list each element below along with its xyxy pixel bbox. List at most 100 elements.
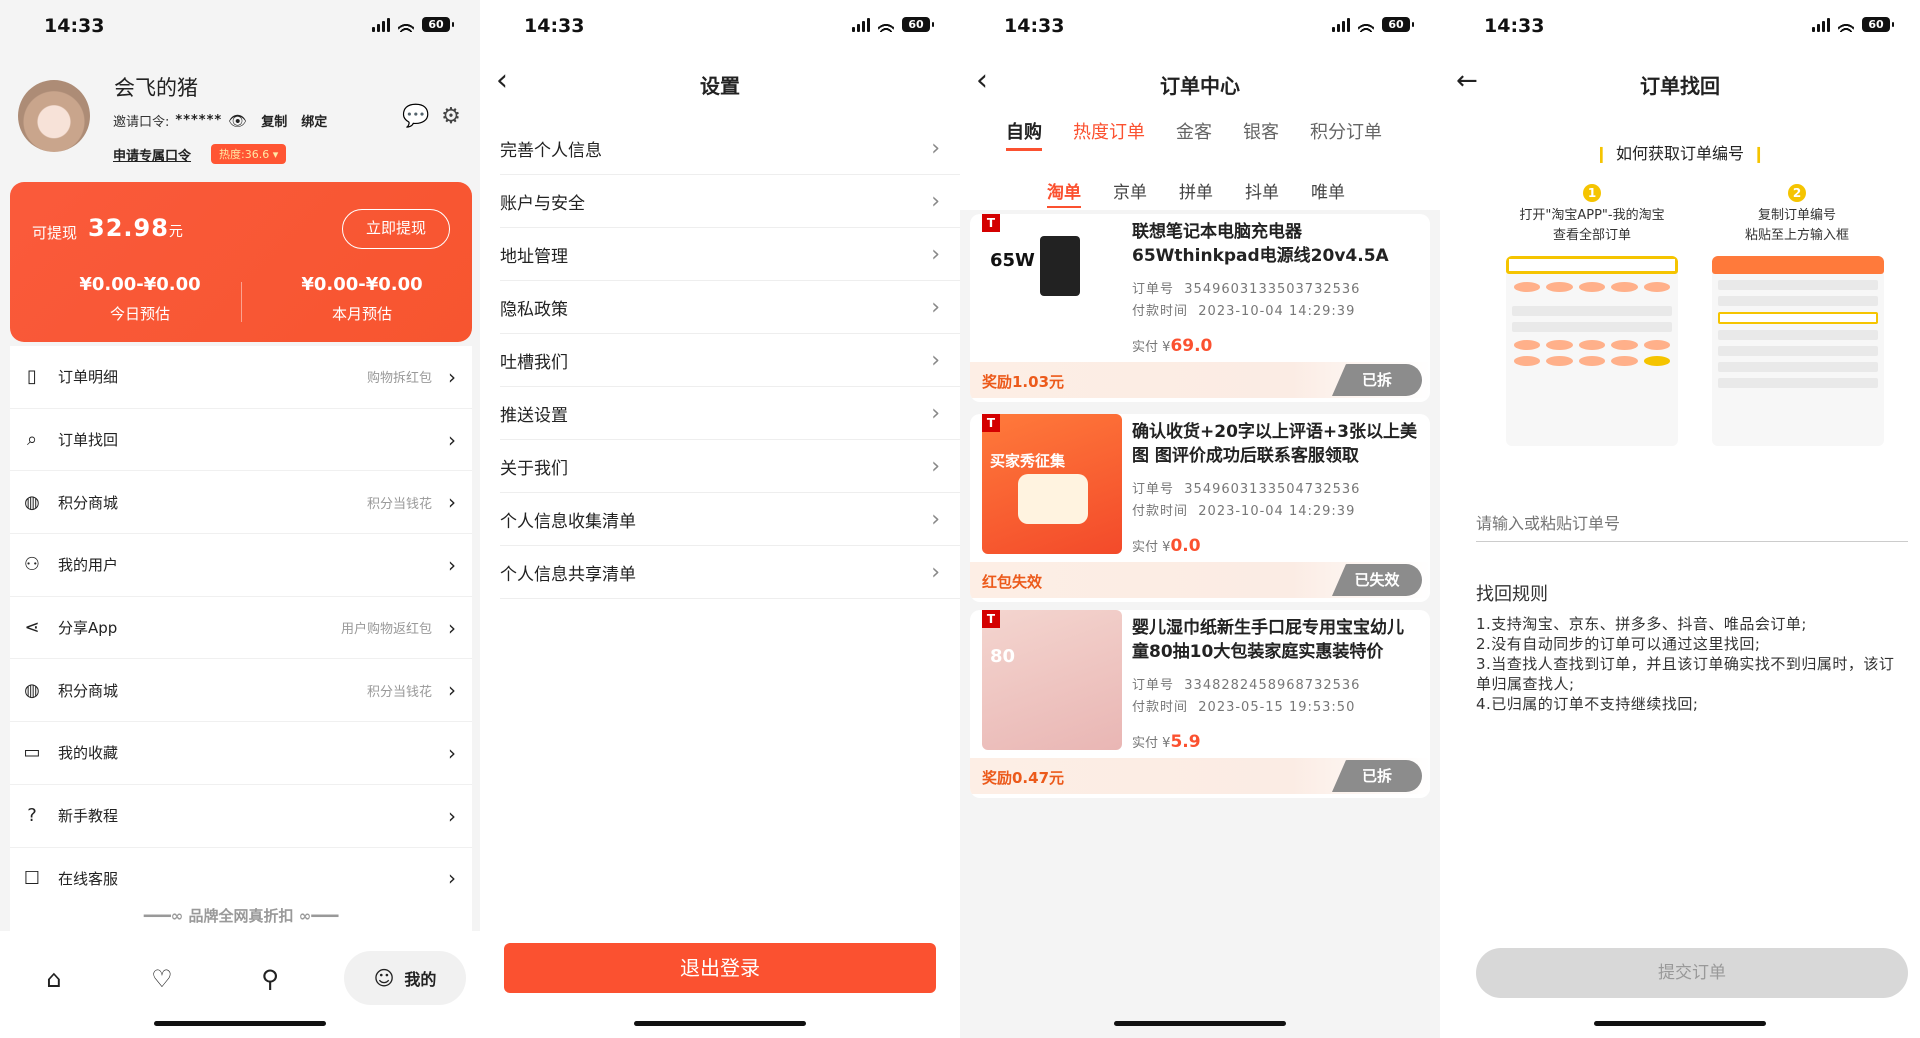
settings-item[interactable]: 吐槽我们 › xyxy=(500,334,960,387)
share-icon: ⋖ xyxy=(24,617,40,639)
tab-platform[interactable]: 抖单 xyxy=(1245,178,1279,208)
settings-item-label: 吐槽我们 xyxy=(500,352,568,373)
wifi-icon xyxy=(1837,18,1855,32)
product-image: 65W xyxy=(982,214,1122,354)
withdrawable-amount: 32.98元 xyxy=(88,214,184,242)
menu-item[interactable]: ⚇ 我的用户 › xyxy=(10,534,472,597)
question-icon: ? xyxy=(27,805,37,827)
step-1: 1 打开"淘宝APP"-我的淘宝 查看全部订单 xyxy=(1492,182,1692,246)
rule-item: 3.当查找人查找到订单，并且该订单确实找不到归属时，该订单归属查找人; xyxy=(1476,655,1895,693)
menu-item[interactable]: ▯ 订单明细 购物拆红包 › xyxy=(10,346,472,409)
settings-item[interactable]: 地址管理 › xyxy=(500,228,960,281)
signal-icon xyxy=(1332,17,1350,32)
gear-icon[interactable]: ⚙ xyxy=(438,104,464,130)
settings-item[interactable]: 个人信息共享清单 › xyxy=(500,546,960,599)
submit-order-button[interactable]: 提交订单 xyxy=(1476,948,1908,998)
reward-text: 红包失效 xyxy=(982,573,1043,591)
order-card[interactable]: 买家秀征集 T 确认收货+20字以上评语+3张以上美图 图评价成功后联系客服领取 订单… xyxy=(970,414,1430,602)
today-estimate-label: 今日预估 xyxy=(109,305,170,323)
menu-item-label: 新手教程 xyxy=(58,807,119,826)
menu-item-hint: 积分当钱花 xyxy=(366,684,432,700)
eye-icon[interactable]: 👁 xyxy=(228,112,247,130)
product-image-text: 买家秀征集 xyxy=(990,452,1066,470)
menu-item-label: 积分商城 xyxy=(58,493,119,512)
tab-platform[interactable]: 拼单 xyxy=(1179,178,1213,208)
reward-text: 奖励0.47元 xyxy=(982,769,1065,787)
tab-order-type[interactable]: 积分订单 xyxy=(1310,118,1382,151)
tab-platform[interactable]: 京单 xyxy=(1113,178,1147,208)
tab-order-type[interactable]: 自购 xyxy=(1006,118,1042,151)
menu-item[interactable]: ? 新手教程 › xyxy=(10,785,472,848)
status-time: 14:33 xyxy=(524,15,585,37)
apply-code-link[interactable]: 申请专属口令 xyxy=(113,145,191,164)
menu-item[interactable]: ◍ 积分商城 积分当钱花 › xyxy=(10,659,472,723)
menu-item[interactable]: ▭ 我的收藏 › xyxy=(10,722,472,785)
today-estimate-value: ¥0.00-¥0.00 xyxy=(79,274,201,295)
tab-order-type[interactable]: 热度订单 xyxy=(1073,118,1145,151)
status-bar: 14:33 60 xyxy=(1440,0,1920,54)
wallet-card: 可提现 32.98元 立即提现 ¥0.00-¥0.00 今日预估 ¥0.00-¥… xyxy=(10,182,472,342)
tab-order-type[interactable]: 金客 xyxy=(1176,118,1212,151)
menu-item-hint: 积分当钱花 xyxy=(366,496,432,512)
order-status-badge: 已拆 xyxy=(1332,760,1422,792)
page-title: 订单中心 xyxy=(1160,74,1240,98)
order-type-tabs: 自购 热度订单 金客 银客 积分订单 xyxy=(1006,118,1382,151)
avatar[interactable] xyxy=(18,80,90,152)
settings-item[interactable]: 推送设置 › xyxy=(500,387,960,440)
menu-item[interactable]: ⋖ 分享App 用户购物返红包 › xyxy=(10,597,472,660)
order-number-input[interactable] xyxy=(1476,500,1908,542)
tab-platform[interactable]: 淘单 xyxy=(1047,178,1081,208)
product-image-text: 80 xyxy=(990,646,1016,667)
settings-item[interactable]: 关于我们 › xyxy=(500,440,960,493)
tab-home-icon[interactable]: ⌂ xyxy=(34,959,74,999)
heat-badge[interactable]: 热度:36.6 ▾ xyxy=(211,144,287,164)
home-indicator xyxy=(1114,1021,1286,1026)
tmall-tag-icon: T xyxy=(982,214,1000,232)
settings-item[interactable]: 个人信息收集清单 › xyxy=(500,493,960,546)
settings-item[interactable]: 账户与安全 › xyxy=(500,175,960,228)
rule-item: 1.支持淘宝、京东、拼多多、抖音、唯品会订单; xyxy=(1476,615,1807,633)
status-bar: 14:33 60 xyxy=(0,0,480,54)
status-bar: 14:33 60 xyxy=(480,0,960,54)
wifi-icon xyxy=(1357,18,1375,32)
menu-item[interactable]: ⌕ 订单找回 › xyxy=(10,409,472,472)
settings-item[interactable]: 完善个人信息 › xyxy=(500,122,960,175)
profile-menu: ▯ 订单明细 购物拆红包 › ⌕ 订单找回 › ◍ 积分商城 积分当钱花 › ⚇ 我的用户 › ⋖ 分享App… xyxy=(10,346,472,911)
chevron-right-icon: › xyxy=(931,347,940,373)
tab-order-type[interactable]: 银客 xyxy=(1243,118,1279,151)
order-card[interactable]: 80 T 婴儿湿巾纸新生手口屁专用宝宝幼儿童80抽10大包装家庭实惠装特价 订单号 3… xyxy=(970,610,1430,798)
menu-item[interactable]: ☐ 在线客服 › xyxy=(10,848,472,911)
tab-heart-icon[interactable]: ♡ xyxy=(142,959,182,999)
withdraw-button[interactable]: 立即提现 xyxy=(342,209,450,249)
bind-button[interactable]: 绑定 xyxy=(301,111,327,130)
order-number: 订单号 3348282458968732536 xyxy=(1132,678,1361,693)
tab-platform[interactable]: 唯单 xyxy=(1311,178,1345,208)
month-estimate-value: ¥0.00-¥0.00 xyxy=(301,274,423,295)
chevron-right-icon: › xyxy=(931,506,940,532)
settings-item-label: 账户与安全 xyxy=(500,193,585,214)
product-image: 买家秀征集 xyxy=(982,414,1122,554)
home-indicator xyxy=(634,1021,806,1026)
tab-mine[interactable]: ☺ 我的 xyxy=(344,951,466,1005)
wifi-icon xyxy=(877,18,895,32)
settings-item[interactable]: 隐私政策 › xyxy=(500,281,960,334)
menu-item-label: 订单找回 xyxy=(58,431,119,450)
menu-item-label: 积分商城 xyxy=(58,681,119,700)
platform-tabs: 淘单 京单 拼单 抖单 唯单 xyxy=(1047,178,1345,208)
chevron-right-icon: › xyxy=(448,803,456,828)
message-icon[interactable]: 💬 xyxy=(402,104,429,130)
divider xyxy=(241,282,242,322)
menu-item-label: 我的收藏 xyxy=(58,744,119,763)
paid-price: 实付 ¥0.0 xyxy=(1132,536,1201,556)
bag-icon: ◍ xyxy=(24,679,40,701)
brand-tagline: ━━━∞ 品牌全网真折扣 ∞━━━ xyxy=(10,905,472,931)
settings-item-label: 关于我们 xyxy=(500,458,568,479)
tab-search-icon[interactable]: ⚲ xyxy=(250,959,290,999)
step-2-text: 复制订单编号 粘贴至上方输入框 xyxy=(1744,208,1849,243)
pay-time: 付款时间 2023-10-04 14:29:39 xyxy=(1132,304,1356,319)
order-card[interactable]: 65W T 联想笔记本电脑充电器65Wthinkpad电源线20v4.5A电… 订单号… xyxy=(970,214,1430,402)
logout-button[interactable]: 退出登录 xyxy=(504,943,936,993)
rule-item: 2.没有自动同步的订单可以通过这里找回; xyxy=(1476,635,1761,653)
copy-button[interactable]: 复制 xyxy=(261,111,287,130)
menu-item[interactable]: ◍ 积分商城 积分当钱花 › xyxy=(10,471,472,535)
